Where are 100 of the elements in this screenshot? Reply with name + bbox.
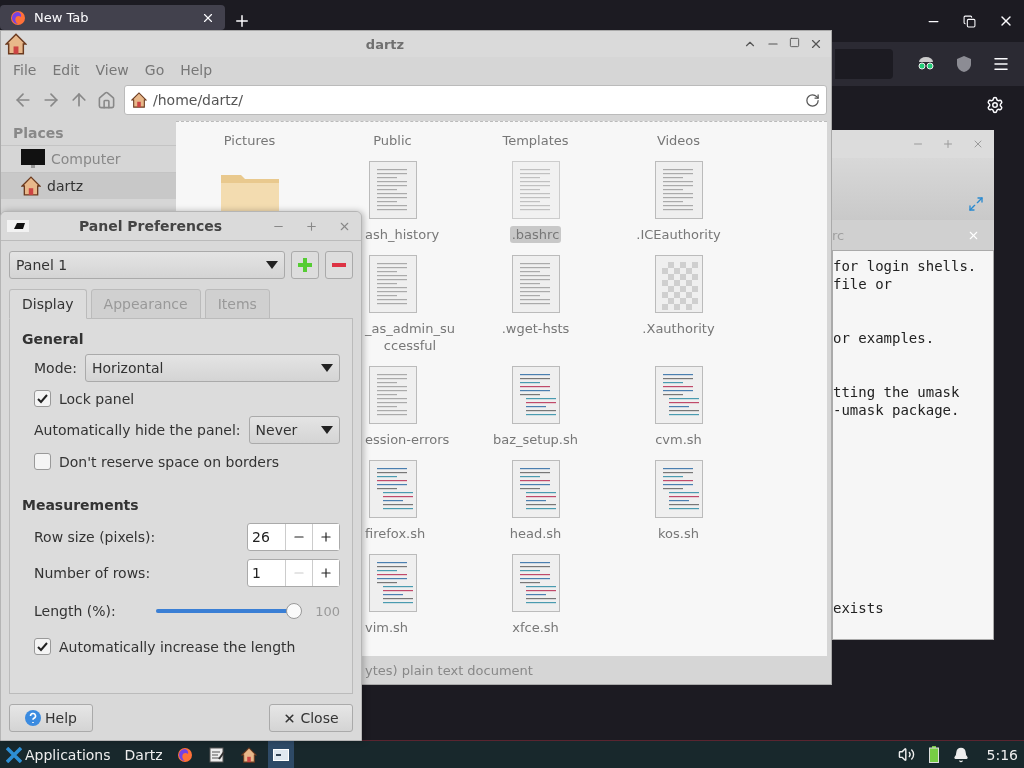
- length-slider[interactable]: [156, 603, 302, 619]
- file-name[interactable]: Videos: [654, 132, 703, 149]
- checkbox-label: Don't reserve space on borders: [59, 453, 279, 470]
- autohide-dropdown[interactable]: Never: [248, 416, 340, 444]
- restore-icon[interactable]: [963, 14, 976, 28]
- home-icon[interactable]: [97, 90, 116, 110]
- checkbox-label: Lock panel: [59, 390, 135, 407]
- close-button[interactable]: Close: [269, 704, 353, 732]
- file-name[interactable]: vim.sh: [363, 619, 411, 636]
- menu-item[interactable]: Go: [136, 62, 173, 78]
- field-label: Automatically hide the panel:: [34, 422, 241, 438]
- home-icon: [21, 176, 41, 196]
- file-name[interactable]: Templates: [500, 132, 571, 149]
- help-button[interactable]: Help: [9, 704, 93, 732]
- clock: 5:16: [986, 746, 1018, 763]
- file-name[interactable]: .Xauthority: [640, 320, 717, 337]
- file-name[interactable]: xfce.sh: [510, 619, 561, 636]
- sidebar-heading: Places: [12, 124, 65, 143]
- plus-icon: [298, 258, 312, 272]
- spin-field[interactable]: 1: [247, 559, 340, 587]
- firefox-icon: [10, 9, 26, 26]
- menu-item[interactable]: Help: [172, 62, 221, 78]
- checkbox[interactable]: [34, 453, 51, 470]
- checkbox-label: Automatically increase the length: [59, 638, 296, 655]
- remove-panel-button[interactable]: [325, 251, 353, 279]
- battery-icon[interactable]: [928, 746, 939, 763]
- dialog-title: Panel Preferences: [77, 218, 224, 234]
- maximize-icon[interactable]: [789, 37, 800, 48]
- dropdown-caret-icon: [321, 364, 333, 372]
- checkbox[interactable]: [34, 390, 51, 407]
- menu-icon[interactable]: [992, 55, 1010, 73]
- maximize-icon[interactable]: [305, 219, 318, 233]
- menu-item[interactable]: View: [87, 62, 137, 78]
- tab[interactable]: Display: [9, 289, 87, 319]
- notification-icon[interactable]: [952, 746, 969, 763]
- code-document-icon: [654, 460, 703, 518]
- settings-icon[interactable]: [986, 96, 1004, 114]
- workspace-button[interactable]: Dartz: [120, 741, 167, 768]
- text-area[interactable]: for login shells. file or or examples. tting the umask -umask package. exists: [832, 250, 994, 640]
- field-label: Length (%):: [34, 603, 116, 619]
- code-line: -umask package.: [833, 402, 960, 418]
- file-name[interactable]: kos.sh: [656, 525, 701, 542]
- launcher[interactable]: [268, 741, 295, 768]
- window-icon: [273, 748, 290, 761]
- code-line: tting the umask: [833, 384, 960, 400]
- code-document-icon: [511, 554, 560, 612]
- location-field[interactable]: /home/dartz/: [124, 85, 827, 115]
- spy-glasses-icon[interactable]: [916, 56, 936, 72]
- sidebar-item[interactable]: dartz: [1, 172, 176, 199]
- document-icon: [511, 255, 560, 313]
- file-name[interactable]: .wget-hsts: [499, 320, 572, 337]
- checkbox[interactable]: [34, 638, 51, 655]
- firefox-icon: [177, 746, 194, 763]
- plus-icon: [319, 530, 333, 544]
- checkerboard-document-icon: [654, 255, 703, 313]
- field-label: Number of rows:: [34, 565, 152, 581]
- code-document-icon: [511, 460, 560, 518]
- panel-icon: [7, 220, 29, 232]
- file-name[interactable]: ash_history: [363, 226, 442, 243]
- increment-button[interactable]: [312, 560, 339, 586]
- reload-icon[interactable]: [805, 92, 820, 108]
- browser-tab[interactable]: New Tab: [0, 5, 225, 30]
- new-tab-icon[interactable]: [233, 12, 251, 30]
- code-document-icon: [368, 460, 417, 518]
- panel-dropdown[interactable]: Panel 1: [9, 251, 285, 279]
- section-heading: General: [22, 331, 85, 347]
- applications-menu[interactable]: Applications: [2, 741, 115, 768]
- code-line: or examples.: [833, 330, 935, 346]
- file-name[interactable]: baz_setup.sh: [490, 431, 580, 448]
- shield-icon[interactable]: [956, 55, 972, 73]
- home-icon: [5, 33, 27, 55]
- home-icon: [131, 92, 147, 108]
- document-icon: [368, 366, 417, 424]
- menu-item[interactable]: File: [5, 62, 45, 78]
- document-icon: [654, 161, 703, 219]
- file-name[interactable]: .bashrc: [509, 226, 562, 243]
- mode-dropdown[interactable]: Horizontal: [84, 354, 340, 382]
- code-line: file or: [833, 276, 892, 292]
- document-icon: [368, 255, 417, 313]
- file-name[interactable]: Public: [371, 132, 414, 149]
- file-name[interactable]: firefox.sh: [363, 525, 428, 542]
- file-name[interactable]: .ICEauthority: [634, 226, 723, 243]
- file-name[interactable]: _as_admin_su ccessful: [363, 320, 457, 354]
- fullscreen-icon[interactable]: [968, 196, 984, 212]
- menu-item[interactable]: Edit: [44, 62, 88, 78]
- status-text: ytes) plain text document: [365, 662, 533, 678]
- increment-button[interactable]: [312, 524, 339, 550]
- spin-field[interactable]: 26: [247, 523, 340, 551]
- section-heading: Measurements: [22, 497, 140, 513]
- code-line: for login shells.: [833, 258, 977, 274]
- plus-icon: [319, 566, 333, 580]
- file-name[interactable]: head.sh: [507, 525, 564, 542]
- file-name[interactable]: Pictures: [221, 132, 278, 149]
- notepad-icon: [209, 746, 226, 763]
- volume-icon[interactable]: [897, 746, 915, 763]
- file-name[interactable]: ession-errors: [363, 431, 452, 448]
- document-icon: [511, 161, 560, 219]
- minus-icon: [332, 263, 346, 267]
- file-name[interactable]: cvm.sh: [653, 431, 704, 448]
- field-label: Row size (pixels):: [34, 529, 157, 545]
